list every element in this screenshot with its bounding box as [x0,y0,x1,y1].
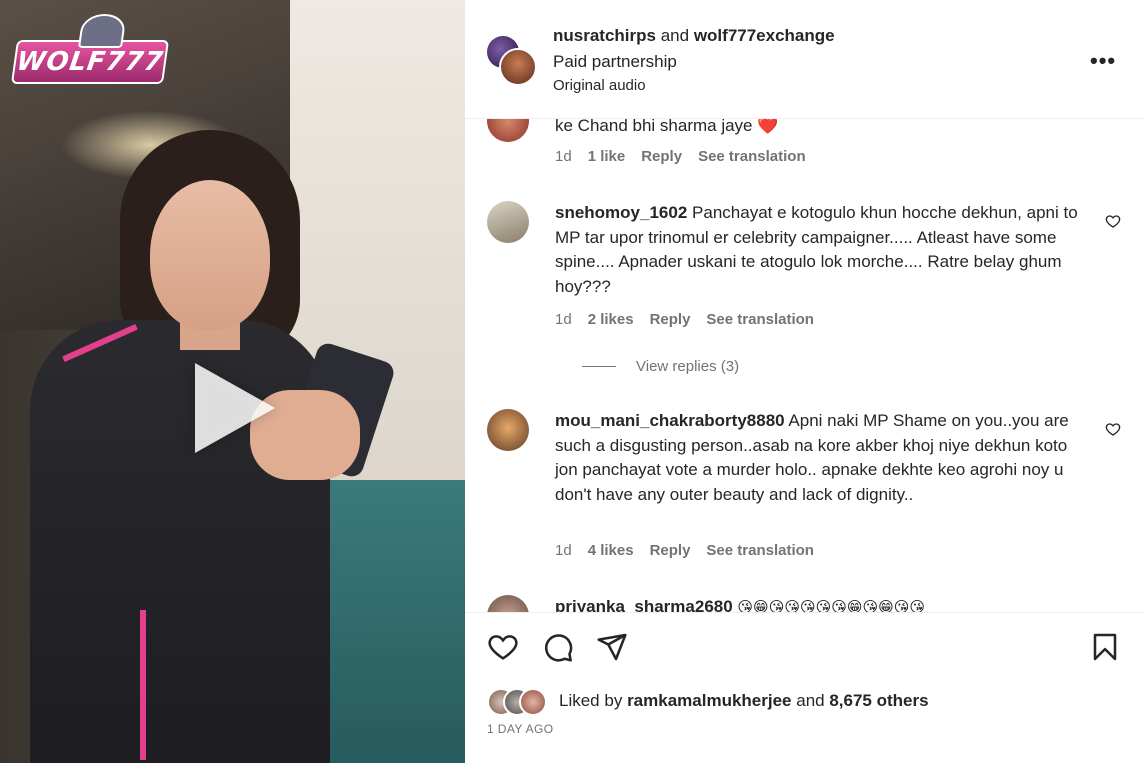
comment-time[interactable]: 1d [555,542,572,559]
liked-by-prefix: Liked by [559,691,623,710]
brand-logo-text: WOLF777 [14,47,166,77]
liker-avatars[interactable] [487,688,559,716]
reply-button[interactable]: Reply [641,148,682,165]
brand-logo: WOLF777 [10,14,170,84]
person-face [150,180,270,330]
like-comment-heart-icon[interactable] [1105,421,1121,437]
video-player[interactable]: WOLF777 [0,0,465,763]
comment-username[interactable]: snehomoy_1602 [555,203,687,222]
liked-by-and: and [796,691,825,710]
avatar[interactable] [499,48,537,86]
comment-time[interactable]: 1d [555,311,572,328]
liked-by-row[interactable]: Liked by ramkamalmukherjee and 8,675 oth… [487,684,929,718]
comment-text: ke Chand bhi sharma jaye ❤️ [555,118,779,135]
save-bookmark-icon[interactable] [1089,631,1121,663]
comment-likes[interactable]: 1 like [588,148,626,165]
liker-username-link[interactable]: ramkamalmukherjee [627,691,791,711]
audio-link[interactable]: Original audio [553,77,646,94]
reply-button[interactable]: Reply [650,542,691,559]
avatar[interactable] [487,118,529,142]
see-translation-link[interactable]: See translation [706,542,814,559]
comment-likes[interactable]: 4 likes [588,542,634,559]
comment-time[interactable]: 1d [555,148,572,165]
more-options-icon[interactable]: ••• [1090,48,1116,74]
comment-text: 😘😁😘😘😘😘😘😁😘😁😘😘 [737,599,926,612]
jersey-stripe [140,610,146,760]
comment-username[interactable]: priyanka_sharma2680 [555,597,733,612]
comment-content: mou_mani_chakraborty8880 Apni naki MP Sh… [555,409,1085,507]
avatar[interactable] [487,201,529,243]
share-icon[interactable] [596,631,628,663]
owners-and-text: and [660,26,690,45]
like-comment-heart-icon[interactable] [1105,213,1121,229]
person-jersey [30,320,330,763]
post-timestamp[interactable]: 1 DAY AGO [487,722,554,736]
post-header: nusratchirps and wolf777exchange Paid pa… [465,0,1143,119]
avatar[interactable] [519,688,547,716]
comment-icon[interactable] [542,631,574,663]
like-heart-icon[interactable] [487,631,519,663]
avatar[interactable] [487,409,529,451]
post-owners: nusratchirps and wolf777exchange [553,26,835,46]
comment-meta: 1d 4 likes Reply See translation [555,542,830,559]
comment-content: priyanka_sharma2680 😘😁😘😘😘😘😘😁😘😁😘😘 [555,595,1085,612]
post-side-panel: nusratchirps and wolf777exchange Paid pa… [465,0,1143,764]
reply-button[interactable]: Reply [650,311,691,328]
view-replies-label[interactable]: View replies (3) [636,358,739,375]
see-translation-link[interactable]: See translation [698,148,806,165]
comment-meta: 1d 2 likes Reply See translation [555,311,830,328]
collaborator-username-link[interactable]: wolf777exchange [694,26,835,45]
paid-partnership-label[interactable]: Paid partnership [553,52,677,72]
comment-content: snehomoy_1602 Panchayat e kotogulo khun … [555,201,1085,299]
see-translation-link[interactable]: See translation [706,311,814,328]
comment-meta: 1d 1 like Reply See translation [555,148,822,165]
comment-likes[interactable]: 2 likes [588,311,634,328]
view-replies-line [582,366,616,367]
owner-username-link[interactable]: nusratchirps [553,26,656,45]
view-replies-button[interactable]: View replies (3) [582,358,739,375]
comment-username[interactable]: mou_mani_chakraborty8880 [555,411,785,430]
comments-list[interactable]: ke Chand bhi sharma jaye ❤️ 1d 1 like Re… [465,118,1143,612]
avatar[interactable] [487,595,529,612]
collab-avatars[interactable] [487,36,537,86]
likes-count-link[interactable]: 8,675 others [829,691,928,711]
play-icon[interactable] [195,363,275,453]
